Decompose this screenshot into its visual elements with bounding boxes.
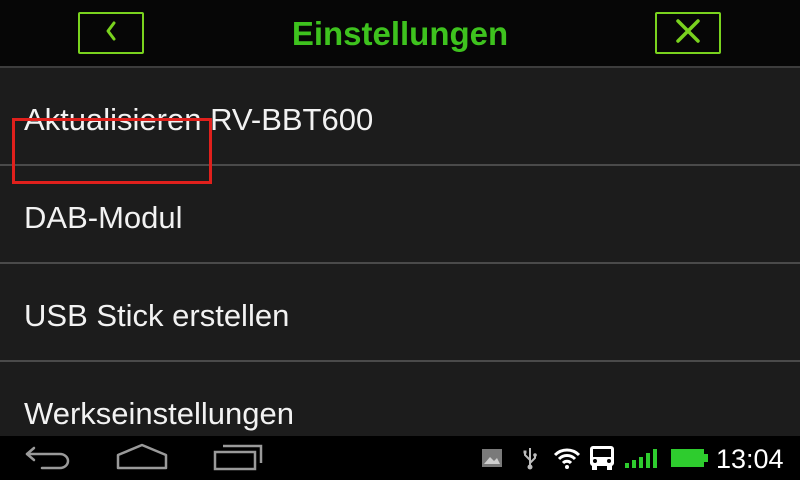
nav-back-button[interactable] xyxy=(18,440,80,476)
nav-home-button[interactable] xyxy=(112,440,172,476)
nav-recents-button[interactable] xyxy=(208,440,268,476)
battery-icon xyxy=(670,444,710,472)
settings-screen: Einstellungen Aktualisieren RV-BBT600 DA… xyxy=(0,0,800,480)
bus-icon xyxy=(588,444,616,472)
image-notification-icon xyxy=(480,444,504,472)
menu-item-create-usb-stick[interactable]: USB Stick erstellen xyxy=(0,264,800,362)
settings-menu: Aktualisieren RV-BBT600 DAB-Modul USB St… xyxy=(0,68,800,436)
system-navigation-bar: 13:04 xyxy=(0,436,800,480)
menu-item-label: USB Stick erstellen xyxy=(24,298,290,333)
back-button[interactable] xyxy=(78,12,144,54)
menu-item-label: Aktualisieren RV-BBT600 xyxy=(24,102,374,137)
close-icon xyxy=(675,18,701,49)
close-button[interactable] xyxy=(655,12,721,54)
usb-icon xyxy=(520,444,540,472)
menu-item-update[interactable]: Aktualisieren RV-BBT600 xyxy=(0,68,800,166)
header-bar: Einstellungen xyxy=(0,0,800,68)
menu-item-label: DAB-Modul xyxy=(24,200,183,235)
chevron-left-icon xyxy=(103,20,119,47)
status-clock: 13:04 xyxy=(716,444,784,474)
menu-item-label: Werkseinstellungen xyxy=(24,396,294,431)
back-icon xyxy=(22,442,76,475)
home-icon xyxy=(114,441,170,476)
signal-icon xyxy=(624,444,662,472)
menu-item-dab-module[interactable]: DAB-Modul xyxy=(0,166,800,264)
menu-item-factory-settings[interactable]: Werkseinstellungen xyxy=(0,362,800,436)
page-title: Einstellungen xyxy=(291,15,509,52)
wifi-icon xyxy=(553,444,581,472)
recent-apps-icon xyxy=(211,441,265,476)
